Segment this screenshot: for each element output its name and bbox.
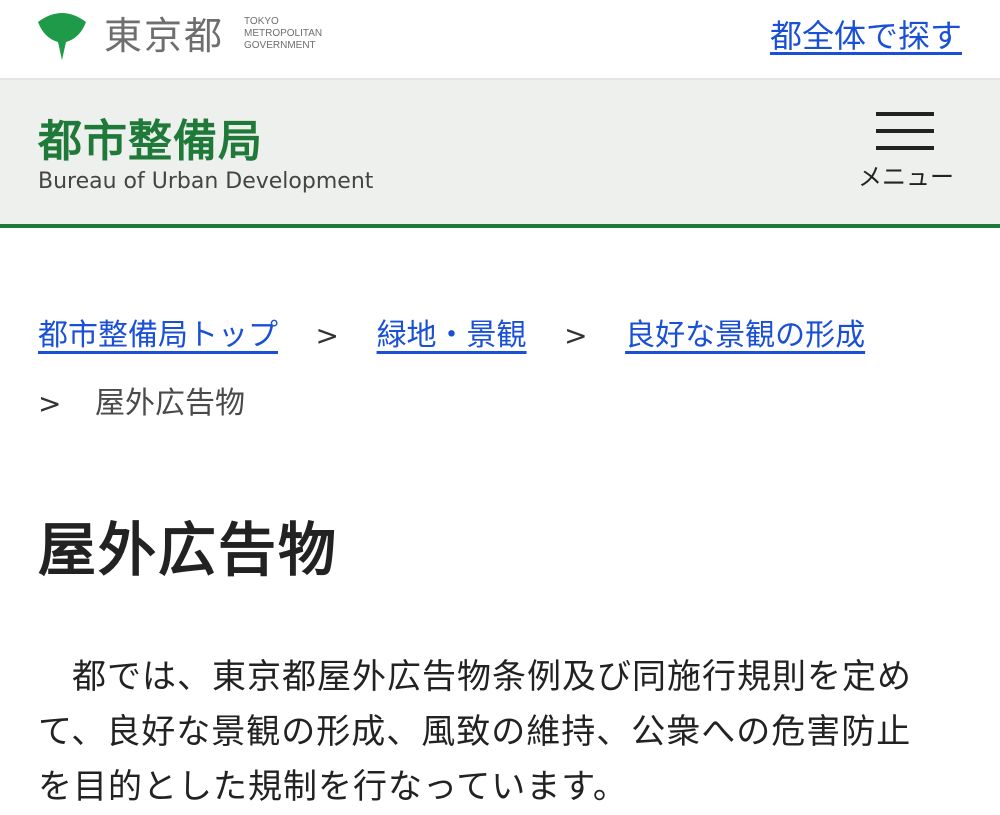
org-name-en: TOKYO METROPOLITAN GOVERNMENT — [244, 16, 322, 52]
breadcrumb-row: 都市整備局トップ > 緑地・景観 > 良好な景観の形成 — [38, 312, 865, 360]
bureau-name[interactable]: 都市整備局 — [38, 116, 263, 168]
search-all-tokyo-link[interactable]: 都全体で探す — [770, 16, 962, 56]
hamburger-icon — [876, 112, 934, 152]
breadcrumb-link-good-landscape[interactable]: 良好な景観の形成 — [625, 318, 865, 353]
chevron-right-icon: > — [315, 319, 340, 352]
tokyo-ginkgo-logo-icon[interactable] — [36, 12, 88, 62]
bureau-header: 都市整備局 Bureau of Urban Development メニュー — [0, 80, 1000, 228]
page: 東京都 TOKYO METROPOLITAN GOVERNMENT 都全体で探す… — [0, 0, 1000, 815]
menu-button[interactable]: メニュー — [850, 104, 962, 204]
breadcrumb-link-bureau-top[interactable]: 都市整備局トップ — [38, 318, 278, 353]
org-name-en-line: GOVERNMENT — [244, 40, 316, 51]
org-name[interactable]: 東京都 — [104, 14, 224, 58]
chevron-right-icon: > — [38, 387, 62, 420]
org-name-en-line: TOKYO — [244, 16, 279, 27]
page-title: 屋外広告物 — [38, 516, 339, 584]
bureau-name-en: Bureau of Urban Development — [38, 169, 374, 194]
chevron-right-icon: > — [564, 319, 588, 352]
menu-label: メニュー — [858, 163, 954, 191]
breadcrumb-row: > 屋外広告物 — [38, 380, 245, 428]
breadcrumb-link-green-landscape[interactable]: 緑地・景観 — [377, 318, 527, 353]
intro-paragraph: 都では、東京都屋外広告物条例及び同施行規則を定めて、良好な景観の形成、風致の維持… — [38, 657, 912, 807]
breadcrumb-current: 屋外広告物 — [95, 386, 246, 421]
org-name-en-line: METROPOLITAN — [244, 28, 323, 39]
government-bar: 東京都 TOKYO METROPOLITAN GOVERNMENT 都全体で探す — [0, 0, 1000, 80]
